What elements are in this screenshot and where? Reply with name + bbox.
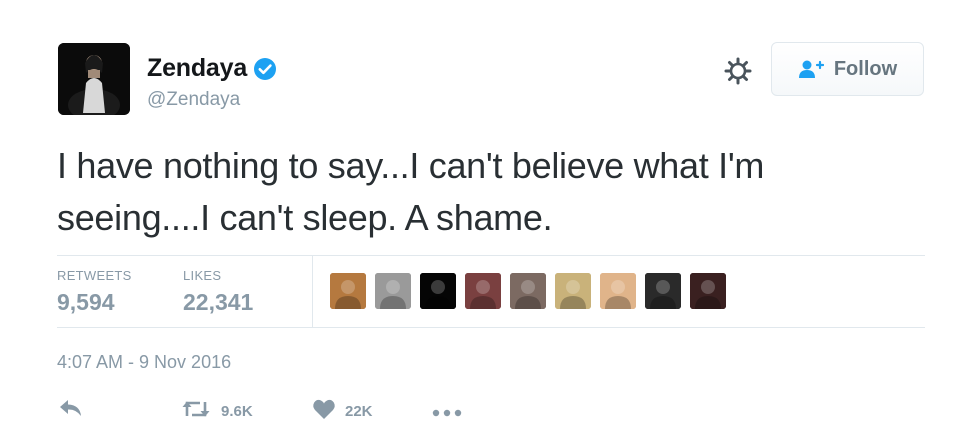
liker-avatar-icon[interactable] bbox=[600, 273, 636, 309]
heart-icon bbox=[312, 398, 336, 425]
stats-bottom-divider bbox=[57, 327, 925, 328]
retweet-count: 9.6K bbox=[221, 403, 253, 420]
retweet-button[interactable]: 9.6K bbox=[180, 398, 253, 425]
liker-avatar-icon[interactable] bbox=[420, 273, 456, 309]
follow-button[interactable]: Follow bbox=[771, 42, 924, 96]
liker-avatar-icon[interactable] bbox=[330, 273, 366, 309]
liker-avatar-icon[interactable] bbox=[375, 273, 411, 309]
more-button[interactable] bbox=[432, 404, 462, 422]
stats-top-divider bbox=[57, 255, 925, 256]
profile-avatar[interactable] bbox=[58, 43, 130, 115]
retweets-label: RETWEETS bbox=[57, 268, 132, 283]
more-icon bbox=[432, 404, 462, 422]
reply-icon bbox=[58, 398, 84, 423]
liker-avatar-icon[interactable] bbox=[465, 273, 501, 309]
gear-icon[interactable] bbox=[722, 55, 754, 87]
liker-avatar-icon[interactable] bbox=[555, 273, 591, 309]
display-name[interactable]: Zendaya bbox=[147, 54, 247, 83]
user-handle[interactable]: @Zendaya bbox=[147, 89, 240, 111]
retweet-icon bbox=[180, 398, 212, 425]
follow-label: Follow bbox=[833, 57, 898, 80]
tweet-text: I have nothing to say...I can't believe … bbox=[57, 145, 765, 238]
like-button[interactable]: 22K bbox=[312, 398, 373, 425]
stats-separator bbox=[312, 256, 313, 328]
likes-value: 22,341 bbox=[183, 289, 254, 315]
tweet-timestamp[interactable]: 4:07 AM - 9 Nov 2016 bbox=[57, 352, 231, 373]
tweet-card: Zendaya @Zendaya Follow I have nothing t… bbox=[0, 0, 980, 447]
retweets-stat[interactable]: RETWEETS 9,594 bbox=[57, 268, 132, 316]
likes-stat[interactable]: LIKES 22,341 bbox=[183, 268, 253, 316]
liker-avatars bbox=[330, 273, 726, 309]
likes-label: LIKES bbox=[183, 268, 222, 283]
person-plus-icon bbox=[798, 59, 824, 79]
retweets-value: 9,594 bbox=[57, 289, 115, 315]
liker-avatar-icon[interactable] bbox=[690, 273, 726, 309]
name-row: Zendaya bbox=[147, 54, 277, 83]
liker-avatar-icon[interactable] bbox=[510, 273, 546, 309]
like-count: 22K bbox=[345, 403, 373, 420]
liker-avatar-icon[interactable] bbox=[645, 273, 681, 309]
verified-badge-icon bbox=[253, 57, 277, 81]
reply-button[interactable] bbox=[58, 398, 84, 423]
